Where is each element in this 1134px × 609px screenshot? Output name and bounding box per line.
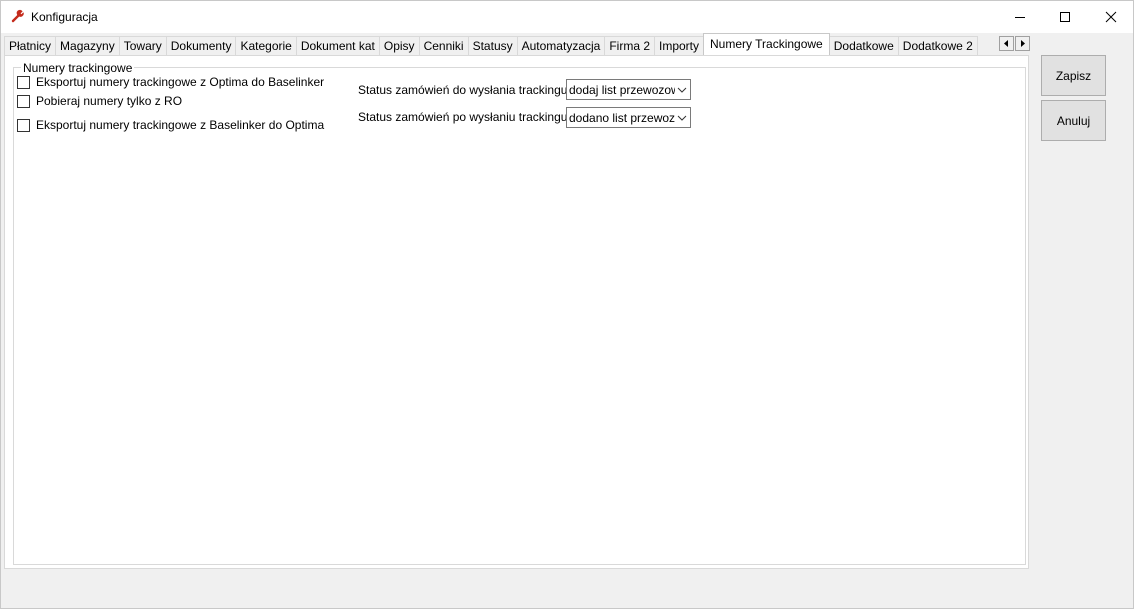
arrow-left-icon: [1004, 40, 1008, 47]
tab-cenniki[interactable]: Cenniki: [418, 36, 469, 55]
checkbox-box[interactable]: [17, 94, 30, 108]
cancel-button[interactable]: Anuluj: [1041, 100, 1106, 141]
tab-panel-numery-trackingowe: [4, 55, 1029, 569]
title-bar[interactable]: Konfiguracja: [1, 1, 1133, 33]
checkbox-label: Pobieraj numery tylko z RO: [36, 94, 183, 108]
tab-scroll-left-button[interactable]: [999, 36, 1014, 51]
close-button[interactable]: [1088, 1, 1134, 33]
checkbox-box[interactable]: [17, 75, 30, 89]
tab-automatyzacja[interactable]: Automatyzacja: [516, 36, 606, 55]
chevron-down-icon: [677, 87, 687, 93]
chevron-down-icon: [677, 115, 687, 121]
tab-importy[interactable]: Importy: [654, 36, 705, 55]
checkbox-box[interactable]: [17, 118, 30, 132]
tab-opisy[interactable]: Opisy: [378, 36, 420, 55]
tab-dodatkowe[interactable]: Dodatkowe: [828, 36, 899, 55]
maximize-button[interactable]: [1042, 1, 1088, 33]
minimize-icon: [1015, 17, 1025, 18]
status-before-label: Status zamówień do wysłania trackingu:: [358, 83, 571, 97]
status-before-value: dodaj list przewozowy: [569, 82, 675, 97]
tab-dokument-kat[interactable]: Dokument kat: [295, 36, 380, 55]
export-optima-to-baselinker-checkbox[interactable]: Eksportuj numery trackingowe z Optima do…: [17, 75, 324, 89]
tab-dokumenty[interactable]: Dokumenty: [165, 36, 237, 55]
config-window: Konfiguracja Płatnicy Magazyny Towary Do…: [0, 0, 1134, 609]
tracking-groupbox: [13, 67, 1026, 565]
minimize-button[interactable]: [997, 1, 1043, 33]
fetch-only-ro-checkbox[interactable]: Pobieraj numery tylko z RO: [17, 94, 182, 108]
window-title: Konfiguracja: [31, 10, 98, 24]
maximize-icon: [1060, 12, 1070, 22]
tab-magazyny[interactable]: Magazyny: [55, 36, 120, 55]
tab-platnicy[interactable]: Płatnicy: [4, 36, 57, 55]
tab-towary[interactable]: Towary: [118, 36, 167, 55]
save-button[interactable]: Zapisz: [1041, 55, 1106, 96]
export-baselinker-to-optima-checkbox[interactable]: Eksportuj numery trackingowe z Baselinke…: [17, 118, 324, 132]
status-before-select[interactable]: dodaj list przewozowy: [566, 79, 691, 100]
tab-scroll-right-button[interactable]: [1015, 36, 1030, 51]
tab-firma-2[interactable]: Firma 2: [604, 36, 655, 55]
status-after-value: dodano list przewozowy: [569, 110, 675, 125]
close-icon: [1105, 11, 1117, 23]
tab-statusy[interactable]: Statusy: [467, 36, 518, 55]
tab-kategorie[interactable]: Kategorie: [235, 36, 297, 55]
tab-dodatkowe-2[interactable]: Dodatkowe 2: [897, 36, 978, 55]
tab-numery-trackingowe[interactable]: Numery Trackingowe: [703, 33, 830, 55]
status-after-select[interactable]: dodano list przewozowy: [566, 107, 691, 128]
wrench-icon: [11, 9, 25, 23]
checkbox-label: Eksportuj numery trackingowe z Baselinke…: [36, 118, 325, 132]
checkbox-label: Eksportuj numery trackingowe z Optima do…: [36, 75, 325, 89]
arrow-right-icon: [1021, 40, 1025, 47]
tab-strip: Płatnicy Magazyny Towary Dokumenty Kateg…: [4, 33, 978, 55]
groupbox-title: Numery trackingowe: [21, 61, 135, 75]
status-after-label: Status zamówień po wysłaniu trackingu:: [358, 110, 571, 124]
